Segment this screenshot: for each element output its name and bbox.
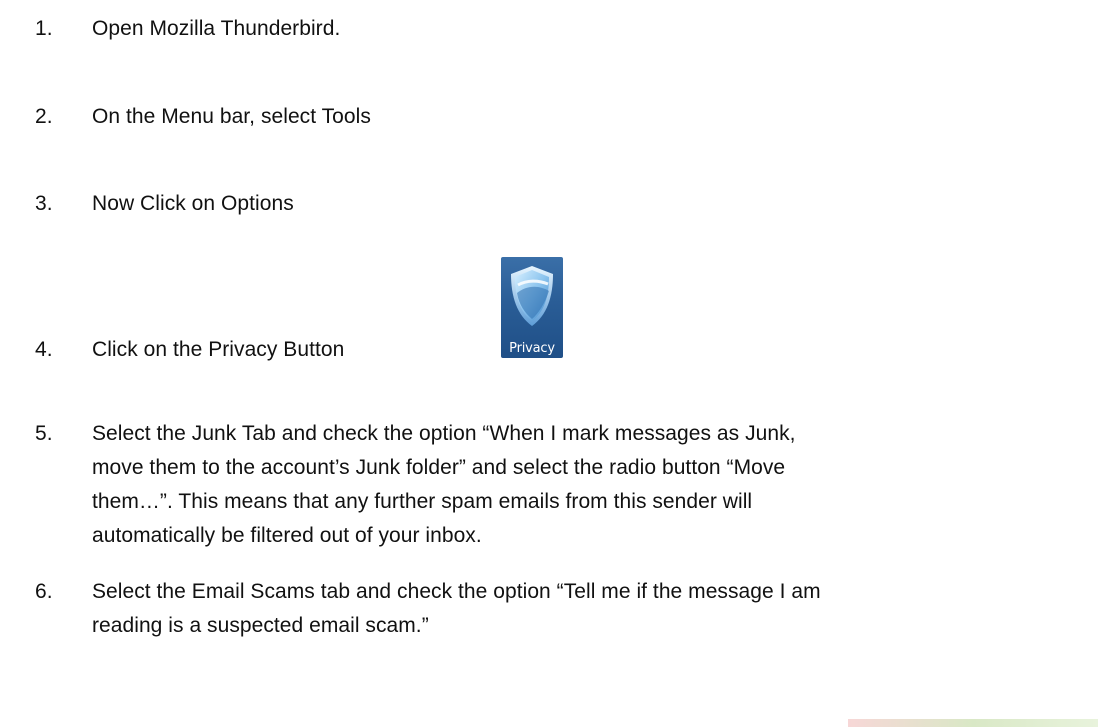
instruction-document: 1. Open Mozilla Thunderbird. 2. On the M…	[0, 0, 1107, 727]
step-text-line: Select the Junk Tab and check the option…	[92, 422, 796, 445]
step-number: 4.	[35, 338, 53, 361]
privacy-button-label: Privacy	[509, 341, 555, 356]
step-text-line: On the Menu bar, select Tools	[92, 105, 371, 128]
step-text-line: Select the Email Scams tab and check the…	[92, 580, 821, 603]
privacy-button[interactable]: Privacy	[501, 257, 563, 358]
step-text: Open Mozilla Thunderbird.	[92, 12, 1102, 46]
screenshot-edge	[848, 719, 1098, 727]
step-text-line: automatically be filtered out of your in…	[92, 524, 482, 547]
step-text: Click on the Privacy Button	[92, 333, 1102, 367]
step-text: Select the Email Scams tab and check the…	[92, 575, 1102, 643]
step-text-line: Click on the Privacy Button	[92, 338, 345, 361]
step-text-line: Now Click on Options	[92, 192, 294, 215]
step-number: 5.	[35, 422, 53, 445]
step-text-line: reading is a suspected email scam.”	[92, 614, 429, 637]
step-number: 3.	[35, 192, 53, 215]
step-number: 1.	[35, 17, 53, 40]
step-text: On the Menu bar, select Tools	[92, 100, 1102, 134]
step-text: Now Click on Options	[92, 187, 1102, 221]
step-text-line: move them to the account’s Junk folder” …	[92, 456, 786, 479]
step-number: 6.	[35, 580, 53, 603]
step-text: Select the Junk Tab and check the option…	[92, 417, 1102, 553]
step-text-line: them…”. This means that any further spam…	[92, 490, 753, 513]
shield-icon	[511, 266, 553, 326]
step-number: 2.	[35, 105, 53, 128]
step-text-line: Open Mozilla Thunderbird.	[92, 17, 341, 40]
